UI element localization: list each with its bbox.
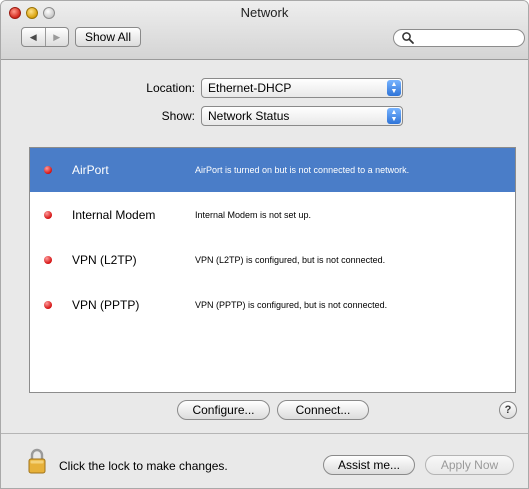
lock-icon[interactable] xyxy=(28,448,46,474)
status-dot-icon xyxy=(44,211,52,219)
service-name: Internal Modem xyxy=(72,208,156,222)
apply-now-button[interactable]: Apply Now xyxy=(425,455,514,475)
divider xyxy=(1,433,528,434)
forward-arrow-icon[interactable]: ▶ xyxy=(44,28,69,46)
service-status: VPN (PPTP) is configured, but is not con… xyxy=(195,300,388,310)
service-name: AirPort xyxy=(72,163,109,177)
service-name: VPN (PPTP) xyxy=(72,298,140,312)
service-row-vpn-l2tp[interactable]: VPN (L2TP) VPN (L2TP) is configured, but… xyxy=(30,238,515,282)
show-popup[interactable]: Network Status ▲ ▼ xyxy=(201,106,403,126)
service-status: AirPort is turned on but is not connecte… xyxy=(195,165,410,175)
show-value: Network Status xyxy=(208,109,290,123)
search-icon xyxy=(402,32,414,44)
service-list[interactable]: AirPort AirPort is turned on but is not … xyxy=(29,147,516,393)
service-row-internal-modem[interactable]: Internal Modem Internal Modem is not set… xyxy=(30,193,515,237)
assist-me-button[interactable]: Assist me... xyxy=(323,455,415,475)
service-row-vpn-pptp[interactable]: VPN (PPTP) VPN (PPTP) is configured, but… xyxy=(30,283,515,327)
status-dot-icon xyxy=(44,256,52,264)
service-status: VPN (L2TP) is configured, but is not con… xyxy=(195,255,386,265)
window-title: Network xyxy=(240,5,289,20)
back-arrow-icon[interactable]: ◀ xyxy=(22,28,45,46)
location-label: Location: xyxy=(146,81,195,95)
location-value: Ethernet-DHCP xyxy=(208,81,292,95)
show-all-button[interactable]: Show All xyxy=(75,27,141,47)
search-input[interactable] xyxy=(393,29,525,47)
lock-message: Click the lock to make changes. xyxy=(59,459,228,473)
show-label: Show: xyxy=(161,109,195,123)
service-row-airport[interactable]: AirPort AirPort is turned on but is not … xyxy=(30,148,515,192)
help-icon[interactable]: ? xyxy=(499,401,517,419)
connect-button[interactable]: Connect... xyxy=(277,400,369,420)
back-forward-control: ◀ ▶ xyxy=(21,27,69,47)
configure-button[interactable]: Configure... xyxy=(177,400,270,420)
service-status: Internal Modem is not set up. xyxy=(195,210,312,220)
status-dot-icon xyxy=(44,301,52,309)
network-window: Network ◀ ▶ Show All Location: Ethernet-… xyxy=(0,0,529,489)
status-dot-icon xyxy=(44,166,52,174)
toolbar: Network ◀ ▶ Show All xyxy=(1,1,528,60)
location-popup[interactable]: Ethernet-DHCP ▲ ▼ xyxy=(201,78,403,98)
service-name: VPN (L2TP) xyxy=(72,253,137,267)
popup-arrows-icon: ▲ ▼ xyxy=(387,80,401,96)
popup-arrows-icon: ▲ ▼ xyxy=(387,108,401,124)
